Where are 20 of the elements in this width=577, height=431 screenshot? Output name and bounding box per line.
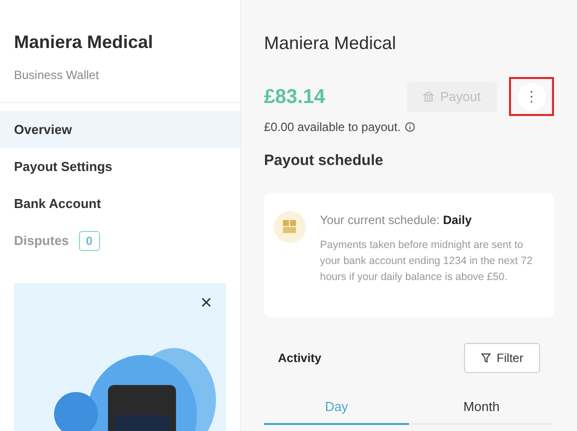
sidebar-subtitle: Business Wallet	[14, 67, 100, 84]
section-heading: Payout schedule	[264, 151, 384, 171]
page-title: Maniera Medical	[264, 32, 398, 55]
schedule-description: Payments taken before midnight are sent to your bank account ending 1234 in the next 72 hours if your daily balance is above £50.	[320, 238, 534, 284]
more-button[interactable]: ⋮	[518, 82, 546, 110]
info-icon	[404, 122, 415, 132]
count-badge: 0	[78, 230, 100, 250]
nav-item[interactable]: Payout Settings	[14, 156, 112, 176]
nav-item[interactable]: Overview	[14, 120, 72, 140]
tab[interactable]: Month	[409, 390, 554, 424]
filter-button[interactable]: Filter	[464, 342, 540, 372]
schedule-label: Your current schedule: Daily	[320, 212, 473, 228]
available-text: £0.00 available to payout.	[264, 119, 401, 136]
activity-title: Activity	[278, 350, 322, 366]
sidebar-title: Maniera Medical	[14, 31, 154, 54]
balance-amount: £83.14	[264, 84, 326, 110]
filter-icon	[480, 352, 491, 362]
close-button[interactable]: ×	[200, 293, 212, 313]
bank-icon	[423, 91, 434, 102]
nav-item[interactable]: Bank Account	[14, 194, 101, 214]
